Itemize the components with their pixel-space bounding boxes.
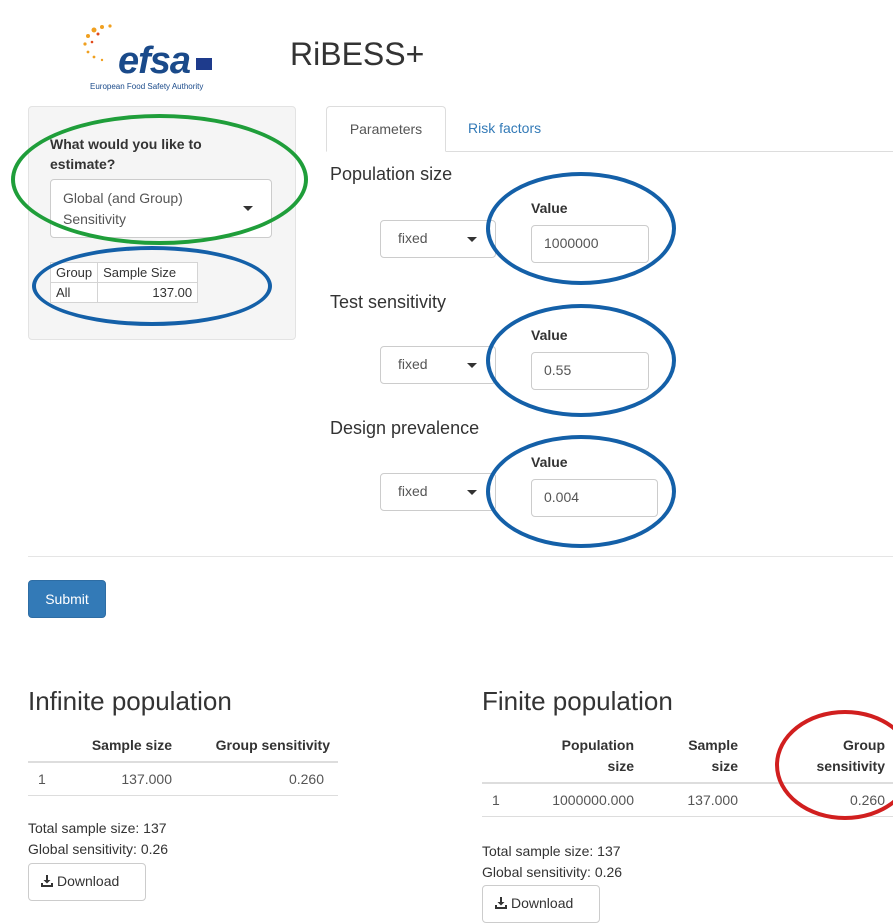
infinite-population-title: Infinite population xyxy=(28,686,232,716)
submit-button[interactable]: Submit xyxy=(28,580,106,618)
infinite-global-sensitivity: Global sensitivity: 0.26 xyxy=(28,841,169,857)
population-size-label: Population size xyxy=(330,164,453,184)
download-icon xyxy=(495,897,507,909)
table-row: 1 137.000 0.260 xyxy=(28,762,338,796)
tab-risk-factors[interactable]: Risk factors xyxy=(468,120,541,136)
table-header-sample-size: Sample Size xyxy=(97,262,199,283)
table-row: All 137.00 xyxy=(49,282,199,303)
test-sensitivity-label: Test sensitivity xyxy=(330,292,447,312)
app-title: RiBESS+ xyxy=(290,36,425,72)
finite-results-table: Population size Sample size Group sensit… xyxy=(482,730,893,817)
row-index: 1 xyxy=(28,762,64,796)
finite-global-sensitivity: Global sensitivity: 0.26 xyxy=(482,864,623,880)
design-prevalence-value-label: Value xyxy=(531,454,568,470)
sample-size-header: Sample size xyxy=(64,730,180,763)
group-sensitivity-header-text: Group sensitivity xyxy=(816,737,885,774)
population-size-value-label: Value xyxy=(531,200,568,216)
population-size-cell: 1000000.000 xyxy=(518,783,642,817)
infinite-download-button[interactable]: Download xyxy=(28,863,146,901)
group-sample-table: Group Sample Size All 137.00 xyxy=(49,262,199,303)
design-prevalence-mode-select[interactable]: fixed xyxy=(380,473,496,511)
index-header xyxy=(28,730,64,763)
estimate-select[interactable]: Global (and Group) Sensitivity xyxy=(50,179,272,238)
group-cell[interactable]: All xyxy=(49,282,99,303)
index-header xyxy=(482,730,518,784)
sample-size-header-text: Sample size xyxy=(688,737,738,774)
finite-population-title: Finite population xyxy=(482,686,673,716)
download-icon xyxy=(41,875,53,887)
estimate-question-label: What would you like to estimate? xyxy=(50,136,202,172)
caret-down-icon xyxy=(467,237,477,242)
finite-download-button[interactable]: Download xyxy=(482,885,600,923)
group-sensitivity-header: Group sensitivity xyxy=(180,730,338,763)
group-sensitivity-cell: 0.260 xyxy=(746,783,893,817)
caret-down-icon xyxy=(467,363,477,368)
estimate-select-value: Global (and Group) Sensitivity xyxy=(63,190,183,227)
test-sensitivity-mode-select[interactable]: fixed xyxy=(380,346,496,384)
table-header-group: Group xyxy=(49,262,99,283)
download-label: Download xyxy=(511,895,574,911)
infinite-results-table: Sample size Group sensitivity 1 137.000 … xyxy=(28,730,338,796)
sample-size-cell: 137.000 xyxy=(642,783,746,817)
tab-parameters[interactable]: Parameters xyxy=(326,106,446,152)
sample-size-cell[interactable]: 137.00 xyxy=(97,282,199,303)
download-label: Download xyxy=(57,873,120,889)
eu-flag-icon xyxy=(196,58,212,70)
population-size-header-text: Population size xyxy=(561,737,634,774)
population-size-header: Population size xyxy=(518,730,642,784)
test-sensitivity-mode-value: fixed xyxy=(398,356,428,372)
population-size-input[interactable]: 1000000 xyxy=(531,225,649,263)
row-index: 1 xyxy=(482,783,518,817)
efsa-wordmark: efsa xyxy=(118,40,191,82)
finite-total-sample: Total sample size: 137 xyxy=(482,843,621,859)
design-prevalence-label: Design prevalence xyxy=(330,418,480,438)
population-size-mode-select[interactable]: fixed xyxy=(380,220,496,258)
group-sensitivity-cell: 0.260 xyxy=(180,762,338,796)
group-sensitivity-header: Group sensitivity xyxy=(746,730,893,784)
efsa-tagline: European Food Safety Authority xyxy=(90,82,204,91)
caret-down-icon xyxy=(467,490,477,495)
sample-size-cell: 137.000 xyxy=(64,762,180,796)
test-sensitivity-input[interactable]: 0.55 xyxy=(531,352,649,390)
efsa-logo: efsa European Food Safety Authority xyxy=(80,24,230,94)
sample-size-header: Sample size xyxy=(642,730,746,784)
caret-down-icon xyxy=(243,206,253,211)
table-row: 1 1000000.000 137.000 0.260 xyxy=(482,783,893,817)
test-sensitivity-value-label: Value xyxy=(531,327,568,343)
infinite-total-sample: Total sample size: 137 xyxy=(28,820,167,836)
design-prevalence-input[interactable]: 0.004 xyxy=(531,479,658,517)
population-size-mode-value: fixed xyxy=(398,230,428,246)
divider xyxy=(28,556,893,557)
design-prevalence-mode-value: fixed xyxy=(398,483,428,499)
